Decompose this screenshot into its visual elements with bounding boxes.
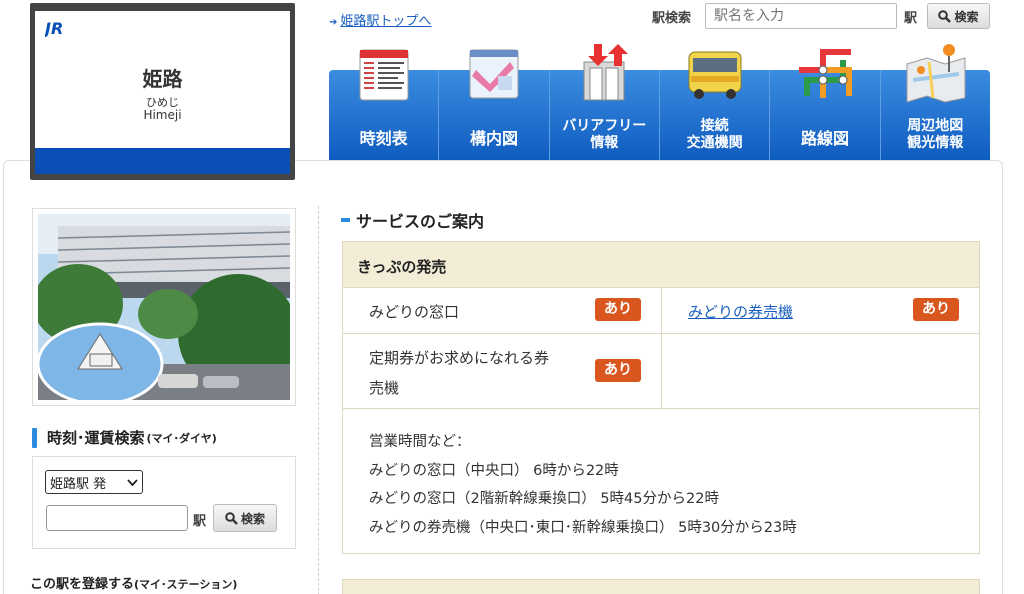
destination-suffix: 駅 [193, 514, 207, 529]
station-photo [32, 208, 296, 406]
magnifier-icon [938, 9, 952, 23]
route-map-icon [798, 49, 852, 98]
timetable-icon [359, 49, 409, 101]
sign-blue-band [35, 148, 290, 174]
nav-area-map[interactable]: 周辺地図 観光情報 [881, 44, 990, 160]
fare-search-form: 姫路駅 発 駅 検索 [32, 456, 296, 549]
area-map-icon [906, 44, 966, 103]
status-badge: あり [595, 298, 641, 321]
svg-text:JR: JR [45, 19, 63, 37]
next-table-header [342, 579, 980, 594]
ticket-sales-table: きっぷの発売 みどりの窓口 あり みどりの券売機 あり 定期券がお求めになれる券… [342, 241, 980, 554]
business-hours: 営業時間など： みどりの窓口（中央口） 6時から22時 みどりの窓口（2階新幹線… [369, 434, 797, 536]
ticket-sales-header: きっぷの発売 [343, 242, 979, 288]
arrow-right-icon: ➔ [329, 17, 338, 28]
nav-station-map[interactable]: 構内図 [439, 49, 550, 160]
destination-input[interactable] [46, 505, 188, 531]
commuter-pass-machine-label: 定期券がお求めになれる券 売機 [369, 349, 550, 397]
nav-route-map[interactable]: 路線図 [770, 49, 881, 160]
status-badge: あり [595, 359, 641, 382]
barrier-free-icon [583, 44, 629, 101]
column-divider [318, 206, 319, 594]
magnifier-icon [225, 511, 238, 525]
midori-ticket-machine-link[interactable]: みどりの券売機 [688, 301, 793, 322]
station-photo-image [38, 214, 290, 400]
title-accent-bar [32, 427, 37, 448]
station-search-suffix: 駅 [904, 11, 918, 26]
title-accent-mark [341, 218, 350, 222]
station-sign: JR 姫路 ひめじ Himeji [30, 3, 295, 180]
status-badge: あり [913, 298, 959, 321]
jr-logo: JR [45, 19, 63, 37]
fare-search-title: 時刻･運賃検索 (マイ･ダイヤ) [32, 427, 217, 448]
station-search-label: 駅検索 [652, 11, 692, 26]
station-name: 姫路 [142, 67, 183, 91]
table-divider [343, 408, 979, 409]
bus-icon [688, 51, 742, 99]
table-divider [343, 333, 979, 334]
nav-barrier-free[interactable]: バリアフリー 情報 [550, 44, 660, 160]
services-section-title: サービスのご案内 [341, 208, 484, 232]
departure-select[interactable]: 姫路駅 発 [45, 470, 143, 494]
station-search-button[interactable]: 検索 [927, 3, 990, 29]
table-divider [661, 288, 662, 408]
chevron-down-icon [127, 478, 138, 486]
midori-window-label: みどりの窓口 [369, 303, 460, 321]
station-map-icon [469, 49, 519, 99]
station-top-link[interactable]: ➔ 姫路駅トップへ [329, 10, 431, 29]
station-romaji: Himeji [143, 108, 182, 122]
nav-connecting-transport[interactable]: 接続 交通機関 [660, 51, 771, 160]
register-station-title[interactable]: この駅を登録する(マイ･ステーション) [30, 573, 237, 592]
fare-search-button[interactable]: 検索 [213, 504, 277, 532]
station-search-input[interactable] [705, 3, 897, 29]
nav-timetable[interactable]: 時刻表 [329, 49, 440, 160]
station-nav: 時刻表 構内図 バリアフリー 情報 接続 交通機関 路線図 周辺地図 観光情報 [329, 44, 990, 160]
